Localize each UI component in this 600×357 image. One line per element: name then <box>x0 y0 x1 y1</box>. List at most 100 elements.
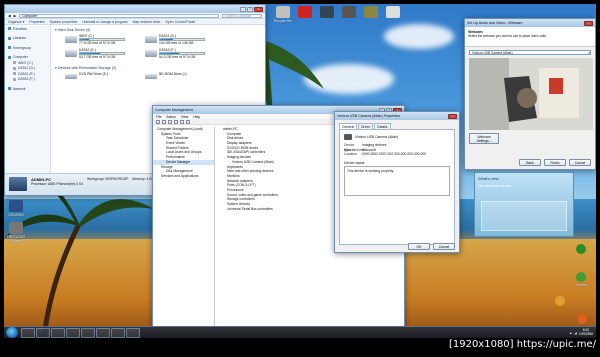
drive-item[interactable]: WIN7 (C:) 77.6 GB free of 97.6 GB <box>65 34 125 47</box>
webcam-settings-button[interactable]: Webcam Settings... <box>469 133 499 144</box>
drive-usage-fill <box>160 39 173 40</box>
desktop-icon[interactable] <box>316 6 338 19</box>
minimize-button[interactable]: – <box>240 6 246 12</box>
device-status-box[interactable]: This device is working properly. <box>344 166 450 197</box>
contact-text[interactable]: eyin.mosafe88 led.com <box>475 184 573 188</box>
show-hide-tree-icon[interactable] <box>174 119 178 124</box>
start-button[interactable] <box>6 327 18 338</box>
desktop-icon[interactable] <box>549 296 571 307</box>
volume-icon[interactable]: ◢ <box>574 331 576 335</box>
webcam-titlebar[interactable]: Set Up Audio and Video - Webcam × <box>465 19 595 27</box>
taskbar-app-4[interactable] <box>111 327 125 338</box>
desktop-icon-image <box>576 244 586 254</box>
network-icon[interactable]: ▲ <box>569 331 572 335</box>
ok-button[interactable]: OK <box>408 243 430 250</box>
folder-icon <box>8 36 11 40</box>
command-bar-item[interactable]: Map network drive <box>133 20 161 24</box>
nav-item[interactable]: DATA3 (F:) <box>5 77 50 83</box>
command-bar-item[interactable]: System properties <box>50 20 77 24</box>
desktop-icon[interactable] <box>571 314 593 325</box>
optical-drive-icon <box>65 74 77 79</box>
drive-item[interactable]: DATA1 (D:) 104 GB free of 146 GB <box>145 34 205 47</box>
nav-item[interactable]: Network <box>5 86 50 92</box>
nav-item-label: Favorites <box>13 26 27 31</box>
drive-free-space: 77.6 GB free of 97.6 GB <box>79 40 116 45</box>
taskbar-app-3[interactable] <box>96 327 110 338</box>
close-button[interactable]: × <box>584 20 593 26</box>
desktop-icon[interactable]: Recycle Bin <box>272 6 294 23</box>
device-name: Vimicro USB Camera (Altair) <box>355 135 399 139</box>
desktop-icon[interactable] <box>360 6 382 19</box>
menu-item[interactable]: Action <box>166 115 175 119</box>
removable-drive-item[interactable]: BD-ROM Drive (I:) <box>145 72 205 81</box>
workgroup-info: Workgroup: WORKGROUP <box>87 177 129 181</box>
command-bar-item[interactable]: Properties <box>29 20 44 24</box>
hard-disk-icon <box>65 50 77 57</box>
back-arrow-icon[interactable]: ◀ <box>8 14 11 18</box>
close-button[interactable]: × <box>254 6 263 12</box>
taskbar-app-2[interactable] <box>81 327 95 338</box>
forward-arrow-icon[interactable]: ▶ <box>14 14 17 18</box>
cancel-button[interactable]: Cancel <box>433 243 455 250</box>
search-input[interactable]: Search Computer <box>222 13 262 18</box>
nav-item[interactable]: Homegroup <box>5 45 50 51</box>
nav-item[interactable]: Libraries <box>5 36 50 42</box>
desktop-icon-label: FREEUSES Shortcut <box>6 235 26 243</box>
back-icon[interactable] <box>156 119 160 124</box>
desktop-icon[interactable]: GENSHIN <box>5 200 27 217</box>
hdd-section-header[interactable]: ▾ Hard Disk Drives (4) <box>55 26 265 33</box>
taskbar-explorer[interactable] <box>36 327 50 338</box>
properties-icon[interactable] <box>180 119 184 124</box>
console-tree: Computer Management (Local) System Tools T… <box>153 127 215 326</box>
finish-button[interactable]: Finish <box>544 159 566 166</box>
close-button[interactable]: × <box>448 113 457 119</box>
drive-icon <box>13 72 16 76</box>
drive-item[interactable]: DATA3 (F:) 54.3 GB free of 97.6 GB <box>145 48 205 61</box>
webcam-instruction: Select the webcam you want to use to pla… <box>468 34 547 38</box>
taskbar-media[interactable] <box>51 327 65 338</box>
menu-item[interactable]: View <box>181 115 188 119</box>
menu-item[interactable]: File <box>156 115 161 119</box>
forward-icon[interactable] <box>162 119 166 124</box>
back-button[interactable]: Back <box>519 159 541 166</box>
taskbar: ▲ ◢ 8:00 10/5/2556 <box>4 326 596 338</box>
drive-free-space: 54.3 GB free of 97.6 GB <box>159 54 196 59</box>
nav-item-label: DATA1 (D:) <box>18 66 36 71</box>
command-bar-item[interactable]: Organize ▾ <box>8 20 24 24</box>
maximize-button[interactable]: □ <box>247 6 253 12</box>
properties-titlebar[interactable]: Vimicro USB Camera (Altair) Properties × <box>335 112 459 120</box>
menu-item[interactable]: Help <box>193 115 200 119</box>
drive-usage-fill <box>80 39 89 40</box>
address-bar[interactable]: Computer <box>19 13 219 18</box>
taskbar-app-1[interactable] <box>66 327 80 338</box>
window-title: Set Up Audio and Video - Webcam <box>467 21 523 25</box>
cancel-button[interactable]: Cancel <box>569 159 591 166</box>
desktop-icon[interactable] <box>338 6 360 19</box>
webcam-preview <box>469 58 593 130</box>
taskbar-ie[interactable] <box>21 327 35 338</box>
command-bar-item[interactable]: Open Control Panel <box>165 20 195 24</box>
webcam-select[interactable]: Vimicro USB Camera (Altair) ▾ <box>469 50 591 55</box>
removable-drive-item[interactable]: DVD RW Drive (E:) <box>65 72 125 81</box>
drive-usage-fill <box>80 53 100 54</box>
desktop-icon[interactable]: FREEUSES Shortcut <box>5 222 27 243</box>
drive-item[interactable]: DATA2 (E:) 53.7 GB free of 97.6 GB <box>65 48 125 61</box>
taskbar-app-5[interactable] <box>126 327 140 338</box>
nav-item-label: Network <box>13 86 26 91</box>
console-tree-item[interactable]: Services and Applications <box>153 174 214 179</box>
nav-item-label: WIN7 (C:) <box>18 60 34 65</box>
desktop-icon[interactable] <box>570 244 592 255</box>
clock[interactable]: 8:00 10/5/2556 <box>579 328 593 336</box>
property-value: 0000.0002.0007.002.000.000.000.000.000 <box>362 152 427 157</box>
explorer-titlebar[interactable]: – □ × <box>5 5 265 13</box>
up-icon[interactable] <box>168 119 172 124</box>
desktop-icon[interactable]: uTorrent <box>570 272 592 287</box>
command-bar-item[interactable]: Uninstall or change a program <box>82 20 127 24</box>
removable-section-header[interactable]: ▾ Devices with Removable Storage (2) <box>55 64 116 71</box>
help-icon[interactable] <box>186 119 190 124</box>
desktop-icon[interactable] <box>294 6 316 19</box>
nav-item[interactable]: Favorites <box>5 26 50 32</box>
drive-icon <box>13 77 16 81</box>
desktop-icon[interactable] <box>382 6 404 19</box>
desktop-icon-image <box>342 6 356 18</box>
